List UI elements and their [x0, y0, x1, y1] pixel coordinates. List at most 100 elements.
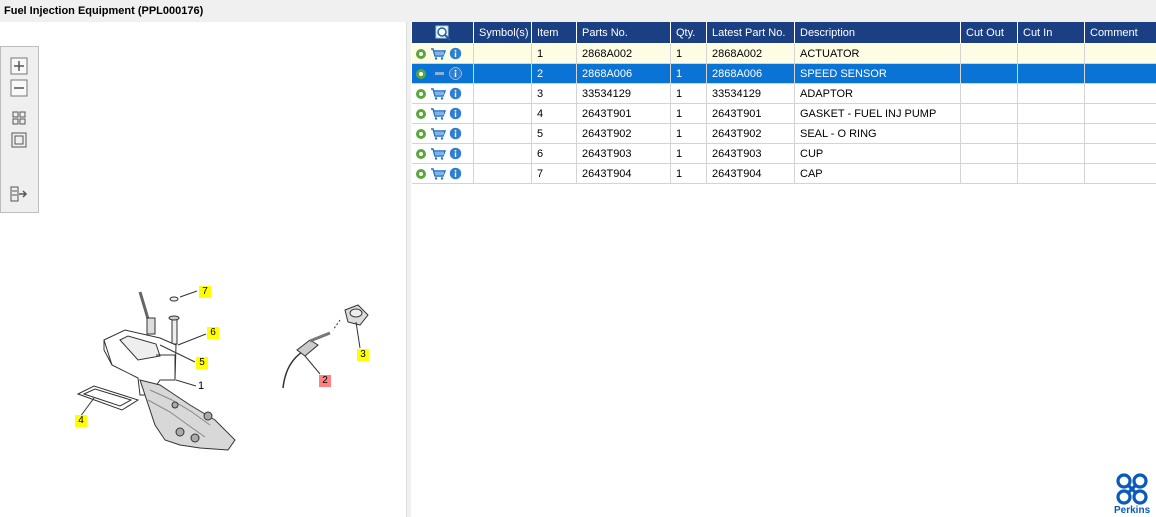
cell-symbols [473, 43, 532, 64]
cell-cut-in [1017, 63, 1085, 84]
cell-description: ADAPTOR [794, 83, 961, 104]
cell-comment [1084, 83, 1156, 104]
gear-icon[interactable] [415, 88, 427, 100]
column-header-cut-in[interactable]: Cut In [1017, 22, 1085, 44]
row-actions [411, 83, 474, 104]
zoom-in-button[interactable] [10, 57, 28, 75]
table-row[interactable]: 5 2643T902 1 2643T902 SEAL - O RING [411, 123, 1156, 144]
cell-cut-in [1017, 103, 1085, 124]
title-bar: Fuel Injection Equipment (PPL000176) [0, 0, 1156, 22]
row-actions [411, 123, 474, 144]
column-header-qty[interactable]: Qty. [670, 22, 707, 44]
parts-table: Symbol(s) Item Parts No. Qty. Latest Par… [411, 22, 1156, 184]
gear-icon[interactable] [415, 68, 427, 80]
cell-latest-part-no: 2643T901 [706, 103, 795, 124]
cart-icon[interactable] [430, 107, 446, 120]
callout-4[interactable]: 4 [75, 415, 87, 427]
gear-icon[interactable] [415, 48, 427, 60]
info-icon[interactable] [448, 127, 462, 140]
table-row[interactable]: 4 2643T901 1 2643T901 GASKET - FUEL INJ PUMP [411, 103, 1156, 124]
cell-symbols [473, 163, 532, 184]
cell-symbols [473, 123, 532, 144]
callout-3[interactable]: 3 [357, 349, 369, 361]
cart-icon[interactable] [430, 127, 446, 140]
cell-item: 5 [531, 123, 577, 144]
callout-2[interactable]: 2 [319, 375, 331, 387]
table-row[interactable]: 3 33534129 1 33534129 ADAPTOR [411, 83, 1156, 104]
callout-6[interactable]: 6 [207, 327, 219, 339]
window-title: Fuel Injection Equipment (PPL000176) [4, 5, 204, 17]
callout-7[interactable]: 7 [199, 286, 211, 298]
cell-parts-no: 2643T904 [576, 163, 671, 184]
cell-description: GASKET - FUEL INJ PUMP [794, 103, 961, 124]
cell-parts-no: 2643T903 [576, 143, 671, 164]
cell-comment [1084, 143, 1156, 164]
square-icon [11, 132, 27, 148]
callout-5[interactable]: 5 [196, 357, 208, 369]
cell-cut-out [960, 83, 1018, 104]
cell-latest-part-no: 33534129 [706, 83, 795, 104]
exploded-view-drawing[interactable] [0, 22, 406, 517]
table-row[interactable]: 6 2643T903 1 2643T903 CUP [411, 143, 1156, 164]
row-actions [411, 43, 474, 64]
cell-comment [1084, 123, 1156, 144]
drawing-pane[interactable]: 7 6 5 1 4 3 2 [0, 22, 406, 517]
fit-all-button[interactable] [10, 109, 28, 127]
zoom-out-button[interactable] [10, 79, 28, 97]
info-icon[interactable] [448, 167, 462, 180]
table-row[interactable]: 2 2868A006 1 2868A006 SPEED SENSOR [411, 63, 1156, 84]
column-header-comment[interactable]: Comment [1084, 22, 1156, 44]
info-icon[interactable] [448, 87, 462, 100]
cell-latest-part-no: 2643T904 [706, 163, 795, 184]
column-header-view[interactable] [411, 22, 474, 44]
cart-icon[interactable] [430, 47, 446, 60]
cell-comment [1084, 103, 1156, 124]
info-icon[interactable] [448, 67, 462, 80]
cell-latest-part-no: 2643T902 [706, 123, 795, 144]
cell-cut-out [960, 143, 1018, 164]
gear-icon[interactable] [415, 168, 427, 180]
cart-icon[interactable] [430, 167, 446, 180]
cell-item: 2 [531, 63, 577, 84]
cell-description: SPEED SENSOR [794, 63, 961, 84]
cell-parts-no: 2868A006 [576, 63, 671, 84]
column-header-parts-no[interactable]: Parts No. [576, 22, 671, 44]
view-toolbar [0, 46, 39, 213]
column-header-cut-out[interactable]: Cut Out [960, 22, 1018, 44]
cart-icon[interactable] [430, 87, 446, 100]
cell-parts-no: 33534129 [576, 83, 671, 104]
info-icon[interactable] [448, 47, 462, 60]
callout-1[interactable]: 1 [198, 380, 204, 392]
brand-name: Perkins [1114, 505, 1151, 516]
cell-parts-no: 2868A002 [576, 43, 671, 64]
cart-icon[interactable] [430, 67, 446, 80]
column-header-latest-part-no[interactable]: Latest Part No. [706, 22, 795, 44]
grid-icon [12, 111, 26, 125]
cart-icon[interactable] [430, 147, 446, 160]
info-icon[interactable] [448, 147, 462, 160]
column-header-item[interactable]: Item [531, 22, 577, 44]
export-button[interactable] [10, 185, 28, 203]
cell-parts-no: 2643T901 [576, 103, 671, 124]
row-actions [411, 143, 474, 164]
gear-icon[interactable] [415, 108, 427, 120]
cell-cut-out [960, 43, 1018, 64]
minus-icon [10, 79, 28, 97]
cell-qty: 1 [670, 63, 707, 84]
cell-latest-part-no: 2868A006 [706, 63, 795, 84]
table-row[interactable]: 7 2643T904 1 2643T904 CAP [411, 163, 1156, 184]
cell-item: 6 [531, 143, 577, 164]
gear-icon[interactable] [415, 148, 427, 160]
actual-size-button[interactable] [10, 131, 28, 149]
cell-cut-out [960, 123, 1018, 144]
column-header-description[interactable]: Description [794, 22, 961, 44]
column-header-symbols[interactable]: Symbol(s) [473, 22, 532, 44]
cell-comment [1084, 63, 1156, 84]
cell-item: 1 [531, 43, 577, 64]
cell-qty: 1 [670, 103, 707, 124]
gear-icon[interactable] [415, 128, 427, 140]
cell-item: 4 [531, 103, 577, 124]
row-actions [411, 103, 474, 124]
table-row[interactable]: 1 2868A002 1 2868A002 ACTUATOR [411, 43, 1156, 64]
info-icon[interactable] [448, 107, 462, 120]
